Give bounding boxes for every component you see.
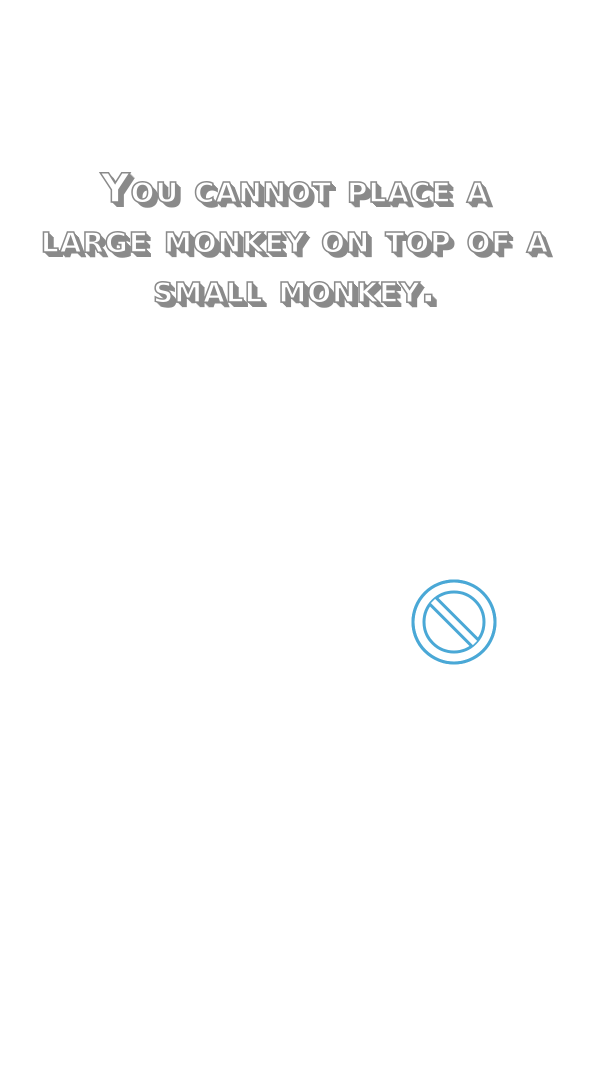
rule-message: You cannot place a large monkey on top o… xyxy=(40,165,550,313)
game-screen: You cannot place a large monkey on top o… xyxy=(0,0,590,1086)
prohibited-icon xyxy=(411,579,497,665)
